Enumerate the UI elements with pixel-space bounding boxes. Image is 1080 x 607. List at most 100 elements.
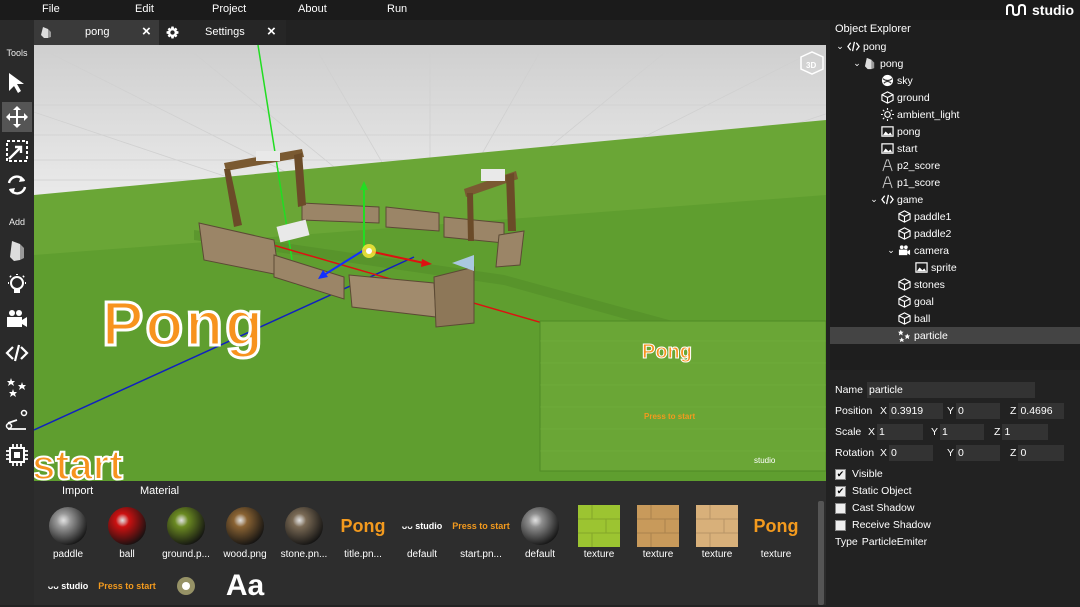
chevron-down-icon[interactable]: ⌄ (834, 41, 846, 52)
asset-item[interactable]: default (510, 505, 570, 560)
sphere-thumbnail-icon (226, 507, 264, 545)
tree-item-camera[interactable]: ⌄ camera (830, 242, 1080, 259)
chevron-down-icon[interactable]: ⌄ (851, 58, 863, 69)
asset-item[interactable]: ᴗᴗ studio default (392, 505, 452, 560)
add-script-button[interactable] (2, 338, 32, 368)
asset-item[interactable]: Press to start (97, 565, 157, 607)
cube-icon (897, 295, 911, 309)
asset-item[interactable]: ball (97, 505, 157, 560)
close-icon[interactable]: × (267, 23, 276, 40)
tab-pong[interactable]: pong × (34, 20, 159, 45)
chip-icon (6, 444, 28, 466)
position-z-field[interactable]: 0.4696 (1018, 403, 1065, 419)
tree-item-sky[interactable]: sky (830, 72, 1080, 89)
rotation-z-field[interactable]: 0 (1018, 445, 1065, 461)
select-tool-button[interactable] (2, 68, 32, 98)
receive-shadow-checkbox[interactable] (835, 519, 846, 531)
add-label: Add (8, 217, 25, 227)
tree-item-label: start (897, 142, 918, 155)
menu-about[interactable]: About (298, 3, 327, 15)
asset-item[interactable]: stone.pn... (274, 505, 334, 560)
scene-icon (41, 27, 51, 38)
asset-item[interactable]: Press to start start.pn... (451, 505, 511, 560)
model-icon (10, 241, 24, 261)
asset-item[interactable] (156, 565, 216, 607)
tree-item-stones[interactable]: stones (830, 276, 1080, 293)
add-camera-button[interactable] (2, 304, 32, 334)
rotation-x-field[interactable]: 0 (889, 445, 934, 461)
pong-title-overlay: Pong (101, 289, 265, 361)
rotation-y-field[interactable]: 0 (956, 445, 1001, 461)
asset-item[interactable]: texture (569, 505, 629, 560)
tab-import[interactable]: Import (62, 485, 93, 497)
tab-settings[interactable]: Settings × (159, 20, 286, 45)
chevron-down-icon[interactable]: ⌄ (868, 194, 880, 205)
add-path-button[interactable] (2, 406, 32, 436)
axis-y-label: Y (947, 447, 955, 459)
add-model-button[interactable] (2, 236, 32, 266)
asset-item[interactable]: texture (687, 505, 747, 560)
scale-row: Scale X 1 Y 1 Z 1 (835, 423, 1049, 441)
asset-item[interactable]: ᴗᴗ studio (38, 565, 98, 607)
tree-item-ambient-light[interactable]: ambient_light (830, 106, 1080, 123)
scale-z-field[interactable]: 1 (1002, 424, 1049, 440)
menu-run[interactable]: Run (387, 3, 407, 15)
font-preview: Aa (225, 569, 265, 602)
name-field[interactable]: particle (867, 382, 1035, 398)
scale-x-field[interactable]: 1 (877, 424, 924, 440)
position-y-field[interactable]: 0 (956, 403, 1001, 419)
cube-icon (897, 227, 911, 241)
scene-viewport[interactable]: 3D Pong start Pong Press to start studio (34, 45, 826, 481)
tree-item-pong[interactable]: pong (830, 123, 1080, 140)
visible-checkbox[interactable]: ✔ (835, 468, 846, 480)
scale-y-field[interactable]: 1 (940, 424, 985, 440)
axis-y-label: Y (947, 405, 955, 417)
asset-item[interactable]: paddle (38, 505, 98, 560)
tree-item-label: stones (914, 278, 945, 291)
add-particle-button[interactable] (2, 372, 32, 402)
sphere-thumbnail-icon (285, 507, 323, 545)
cast-shadow-label: Cast Shadow (852, 502, 915, 514)
scale-tool-button[interactable] (2, 136, 32, 166)
tree-item-paddle1[interactable]: paddle1 (830, 208, 1080, 225)
add-component-button[interactable] (2, 440, 32, 470)
asset-item[interactable]: Pong texture (746, 505, 806, 560)
add-light-button[interactable] (2, 270, 32, 300)
asset-item[interactable]: Aa (215, 565, 275, 607)
tree-item-start[interactable]: start (830, 140, 1080, 157)
tree-item-goal[interactable]: goal (830, 293, 1080, 310)
tree-item-ball[interactable]: ball (830, 310, 1080, 327)
menu-edit[interactable]: Edit (135, 3, 154, 15)
position-x-field[interactable]: 0.3919 (889, 403, 944, 419)
tree-item-particle[interactable]: particle (830, 327, 1080, 344)
menu-file[interactable]: File (42, 3, 60, 15)
asset-item[interactable]: wood.png (215, 505, 275, 560)
rotate-tool-button[interactable] (2, 170, 32, 200)
gear-icon (166, 26, 179, 39)
tree-item-pong[interactable]: ⌄ pong (830, 55, 1080, 72)
tree-item-p2-score[interactable]: p2_score (830, 157, 1080, 174)
asset-label: start.pn... (460, 549, 502, 560)
cast-shadow-checkbox[interactable] (835, 502, 846, 514)
tree-item-paddle2[interactable]: paddle2 (830, 225, 1080, 242)
preview-logo: studio (754, 456, 776, 465)
static-object-checkbox[interactable]: ✔ (835, 485, 846, 497)
asset-item[interactable]: Pong title.pn... (333, 505, 393, 560)
text-thumbnail: Pong (753, 516, 799, 536)
tree-item-label: p2_score (897, 159, 941, 172)
scale-label: Scale (835, 426, 862, 438)
close-icon[interactable]: × (142, 23, 151, 40)
tab-material[interactable]: Material (140, 485, 179, 497)
move-tool-button[interactable] (2, 102, 32, 132)
asset-scrollbar[interactable] (818, 501, 824, 605)
chevron-down-icon[interactable]: ⌄ (885, 245, 897, 256)
tree-item-p1-score[interactable]: p1_score (830, 174, 1080, 191)
menu-project[interactable]: Project (212, 3, 246, 15)
tree-item-pong[interactable]: ⌄ pong (830, 38, 1080, 55)
tree-item-game[interactable]: ⌄ game (830, 191, 1080, 208)
asset-label: ground.p... (162, 549, 210, 560)
asset-item[interactable]: texture (628, 505, 688, 560)
asset-item[interactable]: ground.p... (156, 505, 216, 560)
tree-item-ground[interactable]: ground (830, 89, 1080, 106)
tree-item-sprite[interactable]: sprite (830, 259, 1080, 276)
